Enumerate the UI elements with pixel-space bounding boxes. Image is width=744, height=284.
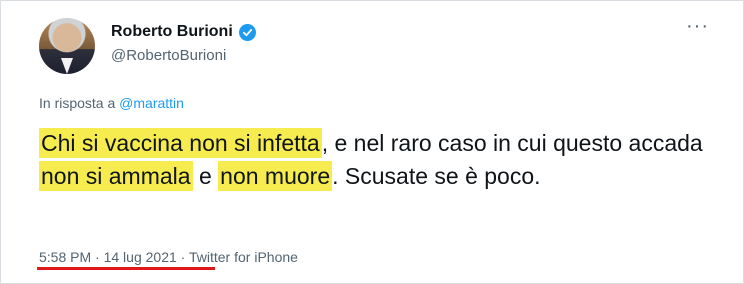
verified-badge-icon bbox=[238, 23, 256, 41]
tweet-source: Twitter for iPhone bbox=[188, 249, 298, 265]
more-options-icon[interactable]: ··· bbox=[686, 15, 709, 38]
tweet-text: Chi si vaccina non si infetta, e nel rar… bbox=[39, 127, 719, 193]
tweet-text-2: e bbox=[192, 163, 219, 189]
avatar[interactable] bbox=[39, 18, 95, 74]
author-name[interactable]: Roberto Burioni bbox=[111, 23, 233, 41]
author-handle[interactable]: @RobertoBurioni bbox=[111, 47, 226, 64]
highlight-1: Chi si vaccina non si infetta bbox=[39, 128, 322, 158]
reply-prefix: In risposta a bbox=[39, 95, 120, 111]
tweet-text-3: . Scusate se è poco. bbox=[332, 163, 541, 189]
avatar-shirt bbox=[61, 58, 73, 74]
tweet-time[interactable]: 5:58 PM bbox=[39, 249, 91, 265]
meta-separator: · bbox=[91, 249, 104, 265]
tweet-date[interactable]: 14 lug 2021 bbox=[104, 249, 177, 265]
highlight-2: non si ammala bbox=[39, 161, 193, 191]
tweet-text-1: , e nel raro caso in cui questo accada bbox=[321, 130, 703, 156]
reply-mention-link[interactable]: @marattin bbox=[119, 95, 184, 111]
tweet-meta: 5:58 PM · 14 lug 2021 · Twitter for iPho… bbox=[39, 249, 298, 265]
author-row: Roberto Burioni bbox=[111, 23, 256, 41]
tweet-card: Roberto Burioni @RobertoBurioni ··· In r… bbox=[0, 0, 744, 284]
reply-context: In risposta a @marattin bbox=[39, 95, 184, 111]
red-underline-annotation bbox=[37, 267, 215, 270]
meta-separator: · bbox=[176, 249, 189, 265]
highlight-3: non muore bbox=[218, 161, 333, 191]
